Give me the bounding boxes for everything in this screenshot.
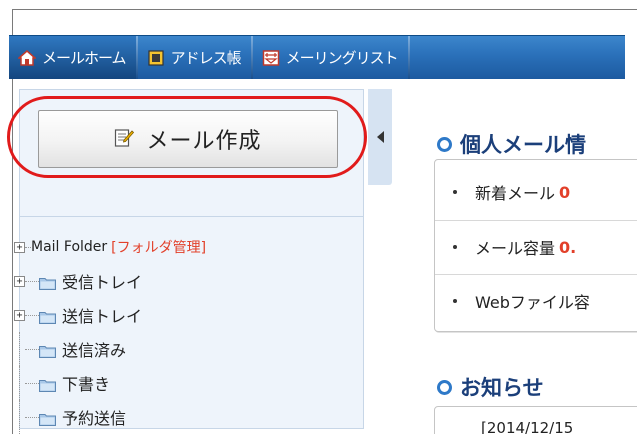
nav-mailing-list[interactable]: メーリングリスト	[253, 36, 408, 79]
nav-mail-home-label: メールホーム	[42, 49, 127, 67]
address-book-icon	[147, 49, 165, 67]
info-label: メール容量	[475, 239, 556, 258]
folder-drafts[interactable]: 下書き	[14, 366, 364, 400]
compose-icon	[114, 126, 135, 152]
folder-scheduled[interactable]: 予約送信	[14, 400, 364, 434]
bullet-icon	[453, 190, 457, 194]
news-title: お知らせ	[437, 372, 544, 402]
folder-outbox[interactable]: + 送信トレイ	[14, 298, 364, 332]
folder-management-link[interactable]: [フォルダ管理]	[111, 237, 206, 257]
folder-root-mail-folder[interactable]: + Mail Folder [フォルダ管理]	[14, 230, 364, 264]
section-bullet-icon	[437, 136, 452, 152]
news-item-date[interactable]: [2014/12/15	[481, 419, 573, 434]
info-value: 0	[559, 182, 571, 202]
personal-mail-info-panel: 新着メール 0 メール容量 0. Webファイル容	[434, 159, 637, 332]
folder-icon	[39, 275, 56, 290]
house-icon	[18, 49, 36, 67]
folder-tree: + Mail Folder [フォルダ管理] + 受信トレイ + 送信トレイ 送…	[14, 230, 364, 434]
tree-line	[25, 314, 39, 316]
folder-icon	[39, 411, 56, 426]
tree-line	[14, 400, 25, 434]
tree-line	[25, 416, 39, 418]
nav-address-book-label: アドレス帳	[170, 49, 242, 67]
folder-label: 送信済み	[62, 341, 127, 360]
nav-mail-home[interactable]: メールホーム	[9, 36, 136, 79]
compose-mail-button[interactable]: メール作成	[38, 110, 338, 168]
tree-line	[14, 366, 25, 400]
compose-mail-label: メール作成	[146, 129, 262, 154]
nav-mailing-list-label: メーリングリスト	[285, 49, 399, 67]
folder-icon	[39, 309, 56, 324]
info-row-mail-capacity: メール容量 0.	[435, 221, 637, 273]
mailing-list-icon	[262, 49, 280, 67]
folder-label: 下書き	[62, 375, 111, 394]
tree-line	[25, 280, 39, 282]
tree-line	[25, 348, 39, 350]
personal-mail-info-title: 個人メール情	[437, 129, 586, 159]
top-navigation: メールホーム アドレス帳 メーリングリスト	[9, 35, 625, 79]
folder-sent[interactable]: 送信済み	[14, 332, 364, 366]
folder-label: 受信トレイ	[62, 273, 143, 292]
info-label: Webファイル容	[475, 293, 590, 312]
sidebar-collapse-toggle[interactable]	[368, 89, 392, 185]
expand-icon[interactable]: +	[14, 241, 25, 253]
bullet-icon	[453, 299, 457, 303]
info-label: 新着メール	[475, 184, 556, 203]
info-row-new-mail: 新着メール 0	[435, 166, 637, 218]
folder-label: 予約送信	[62, 409, 127, 428]
expand-icon[interactable]: +	[14, 309, 25, 321]
expand-icon[interactable]: +	[14, 275, 25, 287]
collapse-left-arrow-icon	[376, 131, 384, 143]
sidebar-divider	[19, 216, 364, 217]
nav-separator	[407, 36, 410, 79]
folder-label: 送信トレイ	[62, 307, 143, 326]
news-panel: [2014/12/15	[434, 406, 637, 434]
folder-label: Mail Folder	[31, 239, 108, 255]
news-title-text: お知らせ	[460, 376, 544, 400]
bullet-icon	[453, 245, 457, 249]
folder-inbox[interactable]: + 受信トレイ	[14, 264, 364, 298]
personal-mail-info-title-text: 個人メール情	[460, 133, 586, 157]
info-row-web-file: Webファイル容	[435, 275, 637, 327]
info-value: 0.	[559, 237, 577, 257]
nav-address-book[interactable]: アドレス帳	[138, 36, 251, 79]
folder-icon	[39, 377, 56, 392]
section-bullet-icon	[437, 379, 452, 395]
tree-line	[25, 382, 39, 384]
folder-icon	[39, 343, 56, 358]
tree-line	[14, 332, 25, 366]
